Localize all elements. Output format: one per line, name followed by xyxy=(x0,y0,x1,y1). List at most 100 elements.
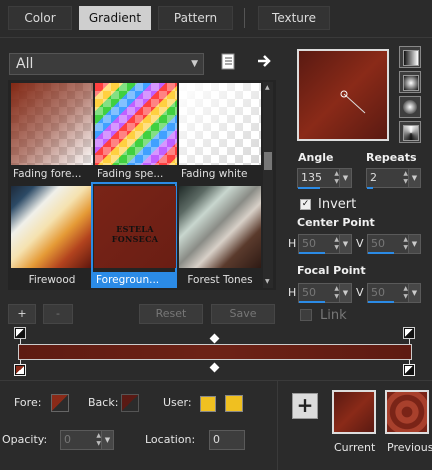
focal-h-value: 50 xyxy=(302,286,316,299)
user-label: User: xyxy=(163,396,192,409)
angle-label: Angle xyxy=(298,151,334,164)
back-label: Back: xyxy=(88,396,119,409)
header-divider xyxy=(0,37,432,38)
thumb-firewood[interactable] xyxy=(11,186,93,268)
opacity-label: Opacity: xyxy=(2,433,48,446)
bottom-right-stop-marker[interactable] xyxy=(403,364,415,376)
tab-divider xyxy=(244,8,245,28)
thumb-foreground[interactable]: ESTELA FONSECA xyxy=(94,186,176,268)
focal-h-spinner[interactable]: 50 ▲ ▼ ▼ xyxy=(298,283,352,303)
tab-gradient[interactable]: Gradient xyxy=(79,6,151,30)
bottom-divider xyxy=(0,380,432,381)
center-v-slider-fill[interactable] xyxy=(368,252,394,254)
location-value: 0 xyxy=(213,433,220,446)
scroll-up-icon[interactable]: ▲ xyxy=(265,84,270,91)
thumb-forest-tones[interactable] xyxy=(179,186,261,268)
location-field[interactable]: 0 xyxy=(209,430,245,450)
focal-point-label: Focal Point xyxy=(297,264,366,277)
top-left-stop-marker[interactable] xyxy=(14,327,26,339)
current-preview[interactable] xyxy=(332,390,376,434)
repeats-slider-fill[interactable] xyxy=(367,187,373,189)
back-swatch[interactable] xyxy=(121,394,139,412)
center-h-slider-fill[interactable] xyxy=(299,252,325,254)
thumb-label: Fading white xyxy=(181,168,248,180)
center-h-value: 50 xyxy=(302,237,316,250)
radial-style-button[interactable] xyxy=(399,121,421,143)
gradient-preview[interactable] xyxy=(297,49,389,141)
chevron-down-icon: ▼ xyxy=(191,59,198,69)
center-v-value: 50 xyxy=(371,237,385,250)
repeats-value: 2 xyxy=(370,171,377,184)
location-label: Location: xyxy=(145,433,196,446)
fore-label: Fore: xyxy=(14,396,42,409)
arrow-right-icon[interactable] xyxy=(256,53,272,69)
repeats-spinner[interactable]: 2 ▲ ▼ ▼ xyxy=(366,168,421,188)
fore-swatch[interactable] xyxy=(51,394,69,412)
angle-slider-fill[interactable] xyxy=(298,187,320,189)
bottom-left-stop-marker[interactable] xyxy=(14,364,26,376)
new-document-icon[interactable] xyxy=(220,53,236,71)
library-filter-dropdown[interactable]: All ▼ xyxy=(9,53,204,75)
scroll-down-icon[interactable]: ▼ xyxy=(265,278,270,285)
sunburst-style-button[interactable] xyxy=(399,96,421,118)
top-right-stop-marker[interactable] xyxy=(403,327,415,339)
rectangular-style-button[interactable] xyxy=(399,71,421,93)
tab-pattern[interactable]: Pattern xyxy=(158,6,233,30)
opacity-value: 0 xyxy=(64,433,71,446)
linear-style-button[interactable] xyxy=(399,46,421,68)
thumb-fading-white[interactable] xyxy=(179,83,261,165)
scrollbar-thumb[interactable] xyxy=(264,152,272,170)
user-color-swatch[interactable] xyxy=(200,396,216,412)
chevron-down-icon[interactable]: ▼ xyxy=(101,431,113,449)
focal-v-value: 50 xyxy=(371,286,385,299)
focal-v-slider-fill[interactable] xyxy=(368,301,394,303)
reset-button[interactable]: Reset xyxy=(139,304,203,324)
previous-preview[interactable] xyxy=(385,390,429,434)
bottom-vertical-divider xyxy=(277,381,278,470)
library-scrollbar[interactable]: ▲ ▼ xyxy=(263,82,273,288)
gradient-editor-bar[interactable] xyxy=(18,344,412,360)
chevron-down-icon[interactable]: ▼ xyxy=(339,169,351,187)
center-h-spinner[interactable]: 50 ▲ ▼ ▼ xyxy=(298,234,352,254)
tab-texture[interactable]: Texture xyxy=(258,6,330,30)
thumb-label: Forest Tones xyxy=(187,274,253,286)
add-gradient-button[interactable]: + xyxy=(8,304,36,324)
center-v-spinner[interactable]: 50 ▲ ▼ ▼ xyxy=(367,234,421,254)
focal-h-slider-fill[interactable] xyxy=(299,301,325,303)
angle-spinner[interactable]: 135 ▲ ▼ ▼ xyxy=(297,168,352,188)
previous-label: Previous xyxy=(387,441,432,454)
thumb-label: Fading fore... xyxy=(13,168,82,180)
chevron-down-icon[interactable]: ▼ xyxy=(339,235,351,253)
thumb-label: Fading spe... xyxy=(97,168,164,180)
link-checkbox[interactable] xyxy=(300,309,312,321)
user-color-picker[interactable] xyxy=(225,395,243,412)
thumb-fading-foreground[interactable] xyxy=(11,83,93,165)
library-filter-value: All xyxy=(16,56,34,72)
watermark-text: ESTELA FONSECA xyxy=(111,224,159,244)
invert-label: Invert xyxy=(318,197,357,212)
link-label: Link xyxy=(320,308,347,323)
opacity-spinner[interactable]: 0 ▲ ▼ ▼ xyxy=(60,430,114,450)
current-label: Current xyxy=(334,441,376,454)
remove-gradient-button[interactable]: - xyxy=(43,304,73,324)
angle-value: 135 xyxy=(301,171,322,184)
midpoint-top-marker[interactable] xyxy=(209,333,220,344)
chevron-down-icon[interactable]: ▼ xyxy=(408,169,420,187)
center-point-label: Center Point xyxy=(297,216,375,229)
chevron-down-icon[interactable]: ▼ xyxy=(339,284,351,302)
thumb-fading-spectrum[interactable] xyxy=(95,83,177,165)
invert-checkbox[interactable]: ✓ xyxy=(300,199,311,210)
midpoint-bottom-marker[interactable] xyxy=(209,362,220,373)
focal-v-spinner[interactable]: 50 ▲ ▼ ▼ xyxy=(367,283,421,303)
chevron-down-icon[interactable]: ▼ xyxy=(408,284,420,302)
thumb-label: Firewood xyxy=(28,274,76,286)
focal-v-label: V xyxy=(356,286,364,299)
center-v-label: V xyxy=(356,237,364,250)
center-h-label: H xyxy=(288,237,297,250)
add-stop-button[interactable]: + xyxy=(292,393,318,419)
chevron-down-icon[interactable]: ▼ xyxy=(408,235,420,253)
repeats-label: Repeats xyxy=(366,151,417,164)
tab-color[interactable]: Color xyxy=(8,6,72,30)
save-button[interactable]: Save xyxy=(211,304,275,324)
focal-h-label: H xyxy=(288,286,297,299)
